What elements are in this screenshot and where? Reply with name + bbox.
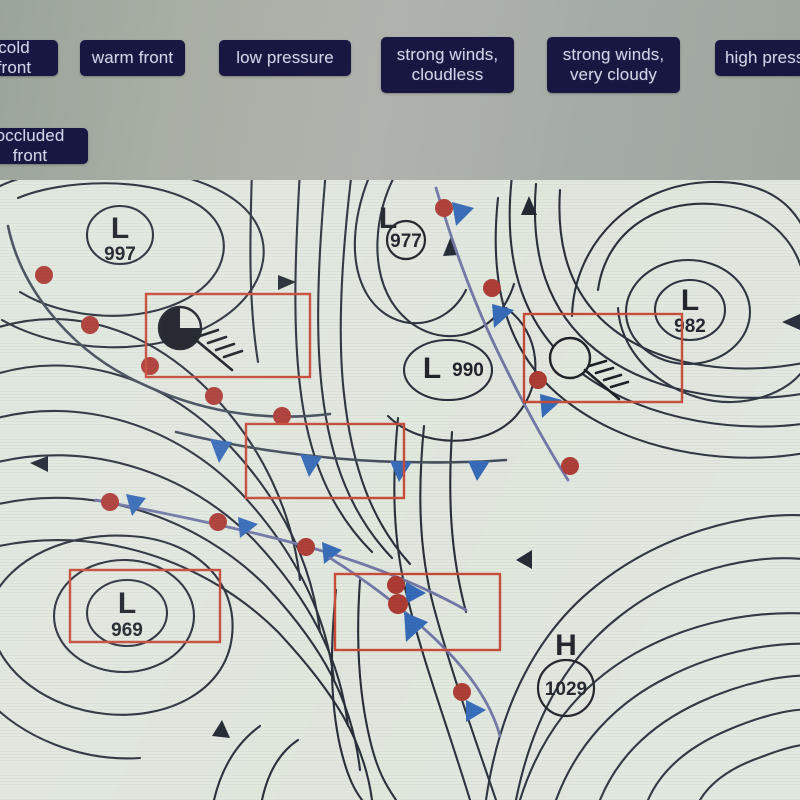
worksheet-screenshot: cold front warm front low pressure stron…: [0, 0, 800, 800]
pressure-letter: L: [118, 587, 136, 620]
pressure-value: 997: [104, 244, 136, 265]
chip-strong-winds-very-cloudy[interactable]: strong winds, very cloudy: [547, 37, 680, 93]
synoptic-weather-chart: L 997 L 977 L 990 L 982 L 969 H 1029: [0, 180, 800, 800]
pressure-letter: L: [681, 284, 699, 317]
pressure-value: 969: [111, 620, 143, 641]
pressure-value: 982: [674, 316, 706, 337]
pressure-letter: L: [111, 212, 129, 245]
chip-occluded-front[interactable]: occluded front: [0, 128, 88, 164]
chip-strong-winds-cloudless[interactable]: strong winds, cloudless: [381, 37, 514, 93]
label-bank: cold front warm front low pressure stron…: [0, 0, 800, 180]
pressure-value: 1029: [545, 679, 587, 700]
chip-low-pressure[interactable]: low pressure: [219, 40, 351, 76]
pressure-letter: L: [423, 352, 441, 385]
pressure-letter: H: [555, 629, 577, 662]
chip-warm-front[interactable]: warm front: [80, 40, 185, 76]
chip-cold-front[interactable]: cold front: [0, 40, 58, 76]
pressure-value: 990: [452, 360, 484, 381]
chip-high-pressure[interactable]: high pressure: [715, 40, 800, 76]
pressure-value: 977: [390, 231, 422, 252]
